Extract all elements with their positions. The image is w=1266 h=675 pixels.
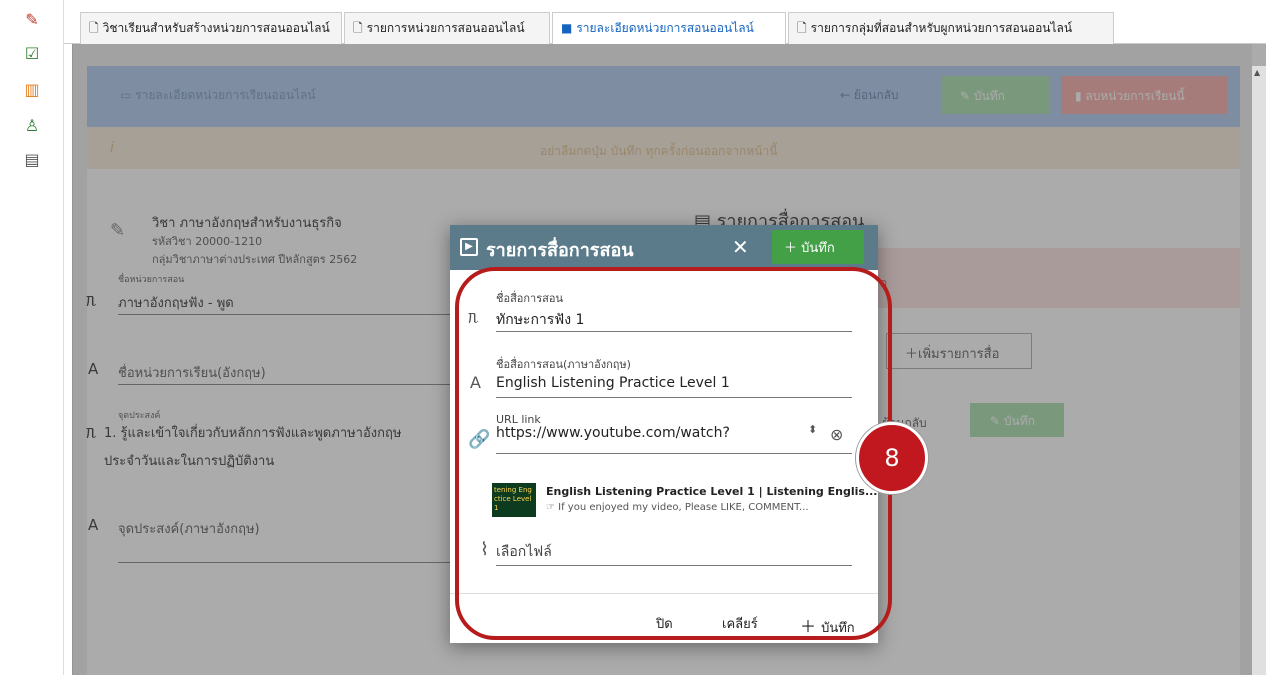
divider [496,397,852,398]
scrollbar[interactable] [1252,66,1266,675]
dialog-footer-divider [450,593,878,594]
books-icon[interactable]: ▥ [22,80,42,100]
file-picker[interactable]: เลือกไฟล์ [496,541,552,563]
tab-label: รายการกลุ่มที่สอนสำหรับผูกหน่วยการสอนออน… [810,21,1073,35]
media-name-label: ชื่อสื่อการสอน [496,292,563,305]
scroll-up-icon[interactable]: ▲ [1254,68,1260,77]
url-input[interactable]: https://www.youtube.com/watch? [496,425,730,441]
dialog-title: รายการสื่อการสอน [486,240,634,261]
video-thumbnail: tening Eng ctice Level 1 [492,483,536,517]
tab-unit-detail[interactable]: ■ รายละเอียดหน่วยการสอนออนไลน์ [552,12,786,45]
paperclip-icon: ⌇ [480,539,489,560]
latin-text-icon: A [470,373,481,392]
checkbox-icon[interactable]: ☑ [22,44,42,64]
user-icon[interactable]: ♙ [22,116,42,136]
media-dialog: ▶ รายการสื่อการสอน ✕ ＋ บันทึก ชื่อสื่อกา… [450,225,878,643]
document-icon: ■ [561,21,573,35]
spinner-icon[interactable]: ⬍ [808,423,817,436]
tab-label: รายการหน่วยการสอนออนไลน์ [366,21,525,35]
tab-label: วิชาเรียนสำหรับสร้างหน่วยการสอนออนไลน์ [102,21,330,35]
divider [496,565,852,566]
video-description: ☞ If you enjoyed my video, Please LIKE, … [546,502,809,513]
dialog-save-button[interactable]: ＋ บันทึก [772,230,864,264]
media-icon: ▶ [460,238,478,256]
divider [496,453,852,454]
link-icon: 🔗 [468,429,491,450]
document-icon: 🗋 [353,21,363,35]
clear-button[interactable]: เคลียร์ [722,613,758,634]
archive-icon[interactable]: ▤ [22,150,42,170]
close-icon[interactable]: ✕ [732,235,749,259]
thai-text-icon: ᥰ [468,307,479,328]
step-badge: 8 [856,422,928,494]
close-button[interactable]: ปิด [656,613,673,634]
plus-icon: ＋ [800,617,822,636]
pencil-icon[interactable]: ✎ [22,10,42,30]
media-name-input[interactable]: ทักษะการฟัง 1 [496,309,584,331]
footer-save-button[interactable]: ＋ บันทึก [800,613,855,638]
document-icon: 🗋 [89,21,99,35]
tab-label: รายละเอียดหน่วยการสอนออนไลน์ [576,21,754,35]
video-title[interactable]: English Listening Practice Level 1 | Lis… [546,485,877,498]
tab-subjects[interactable]: 🗋 วิชาเรียนสำหรับสร้างหน่วยการสอนออนไลน์ [80,12,342,44]
left-rail: ✎ ☑ ▥ ♙ ▤ [0,0,64,675]
divider [496,331,852,332]
clear-url-icon[interactable]: ⊗ [830,425,843,444]
plus-icon: ＋ [784,241,802,256]
tab-strip: 🗋 วิชาเรียนสำหรับสร้างหน่วยการสอนออนไลน์ … [64,0,1266,45]
tab-unit-list[interactable]: 🗋 รายการหน่วยการสอนออนไลน์ [344,12,550,44]
tab-groups[interactable]: 🗋 รายการกลุ่มที่สอนสำหรับผูกหน่วยการสอนออ… [788,12,1114,44]
media-name-en-label: ชื่อสื่อการสอน(ภาษาอังกฤษ) [496,358,631,371]
dialog-header: ▶ รายการสื่อการสอน ✕ ＋ บันทึก [450,225,878,270]
media-name-en-input[interactable]: English Listening Practice Level 1 [496,375,730,391]
document-icon: 🗋 [797,21,807,35]
